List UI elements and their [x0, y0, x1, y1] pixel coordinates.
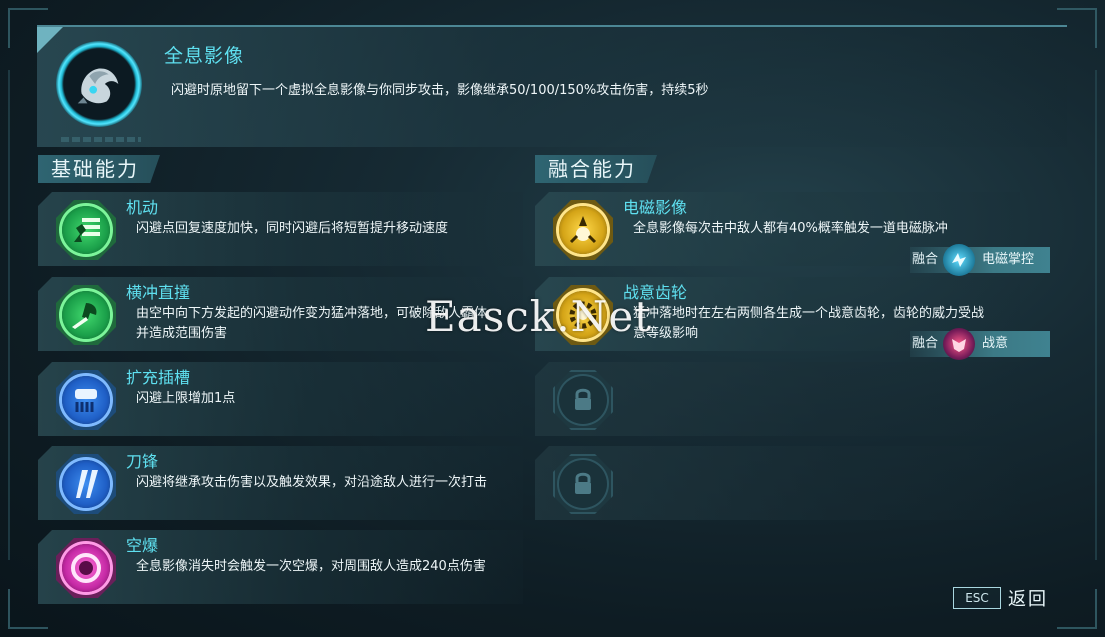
lock-icon: [559, 376, 607, 424]
ability-description: 全息影像消失时会触发一次空爆，对周围敌人造成240点伤害: [136, 559, 486, 574]
em-control-icon: [943, 244, 975, 276]
ability-title: 扩充插槽: [126, 368, 191, 387]
ability-icon-frame: [56, 454, 116, 514]
ability-row-expand-slot[interactable]: 扩充插槽 闪避上限增加1点: [38, 362, 523, 436]
ability-icon-frame: [553, 200, 613, 260]
skill-title: 全息影像: [164, 45, 245, 67]
ability-icon-frame: [56, 285, 116, 345]
frame-line: [1095, 70, 1097, 560]
frame-line: [8, 70, 10, 560]
ability-icon-frame: [56, 370, 116, 430]
ability-icon-frame: [553, 370, 613, 430]
ability-description: 闪避点回复速度加快，同时闪避后将短暂提升移动速度: [136, 221, 449, 236]
ability-row-air-burst[interactable]: 空爆 全息影像消失时会触发一次空爆，对周围敌人造成240点伤害: [38, 530, 523, 604]
running-figure-icon: [62, 206, 110, 254]
ability-title: 刀锋: [126, 452, 159, 471]
ability-icon-frame: [553, 454, 613, 514]
ability-description: 全息影像每次击中敌人都有40%概率触发一道电磁脉冲: [633, 221, 948, 236]
selected-skill-panel: 全息影像 闪避时原地留下一个虚拟全息影像与你同步攻击，影像继承50/100/15…: [37, 25, 1067, 147]
war-spirit-icon: [943, 328, 975, 360]
frame-corner: [1057, 589, 1097, 629]
panel-notch: [37, 27, 63, 53]
fusion-row-locked[interactable]: [535, 362, 1020, 436]
ability-description: 闪避上限增加1点: [136, 391, 236, 406]
blade-icon: [62, 460, 110, 508]
fusion-link-em-control[interactable]: 融合 电磁掌控: [910, 244, 1050, 276]
ability-title: 横冲直撞: [126, 283, 191, 302]
section-fusion-abilities: 融合能力: [535, 155, 657, 183]
air-burst-icon: [62, 544, 110, 592]
hologram-skill-icon: [56, 41, 142, 127]
section-basic-abilities: 基础能力: [38, 155, 160, 183]
dash-strike-icon: [62, 291, 110, 339]
fusion-link-war-spirit[interactable]: 融合 战意: [910, 328, 1050, 360]
ability-icon-frame: [56, 538, 116, 598]
fusion-row-locked[interactable]: [535, 446, 1020, 520]
skill-description: 闪避时原地留下一个虚拟全息影像与你同步攻击，影像继承50/100/150%攻击伤…: [171, 83, 709, 98]
ability-icon-frame: [56, 200, 116, 260]
ability-title: 电磁影像: [623, 198, 688, 217]
fusion-label: 融合: [912, 336, 939, 351]
esc-key-hint: ESC: [953, 587, 1001, 609]
fusion-target-name: 电磁掌控: [982, 252, 1035, 267]
fusion-target-name: 战意: [982, 336, 1009, 351]
ability-description: 闪避将继承攻击伤害以及触发效果，对沿途敌人进行一次打击: [136, 475, 488, 490]
ability-row-mobility[interactable]: 机动 闪避点回复速度加快，同时闪避后将短暂提升移动速度: [38, 192, 523, 266]
slot-expand-icon: [62, 376, 110, 424]
lock-icon: [559, 460, 607, 508]
ability-title: 机动: [126, 198, 159, 217]
watermark-text: Easck.Net: [425, 292, 653, 341]
electromagnetic-icon: [559, 206, 607, 254]
decorative-dots: [61, 137, 141, 142]
fusion-label: 融合: [912, 252, 939, 267]
back-button[interactable]: ESC 返回: [953, 586, 1053, 612]
ability-row-blade[interactable]: 刀锋 闪避将继承攻击伤害以及触发效果，对沿途敌人进行一次打击: [38, 446, 523, 520]
back-label: 返回: [1008, 589, 1048, 610]
ability-title: 空爆: [126, 536, 159, 555]
